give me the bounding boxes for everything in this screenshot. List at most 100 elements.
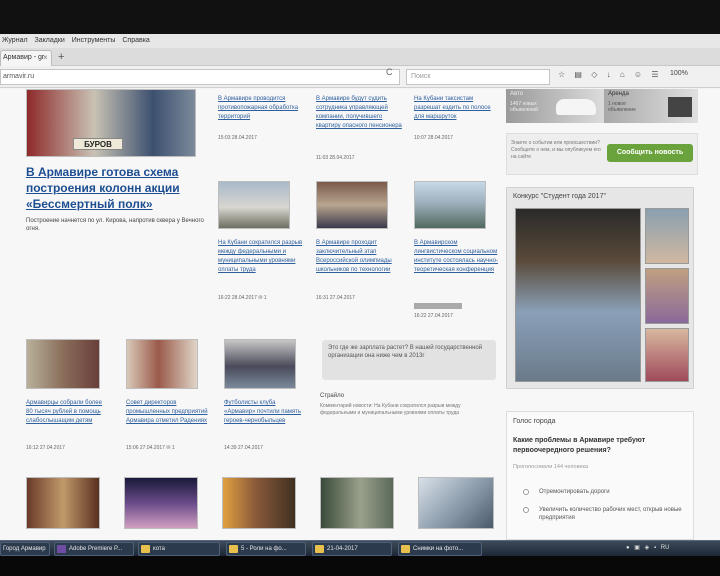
- address-text: armavir.ru: [3, 73, 35, 80]
- news-meta: 16:22 27.04.2017: [414, 313, 453, 319]
- comment-author[interactable]: Страйло: [320, 393, 344, 399]
- menu-bookmarks[interactable]: Закладки: [35, 37, 65, 44]
- poll-option[interactable]: Отремонтировать дороги: [539, 488, 707, 496]
- poll-question: Какие проблемы в Армавире требуют первоо…: [513, 437, 646, 454]
- star-icon[interactable]: ☆: [558, 70, 565, 79]
- folder-icon: [401, 545, 410, 553]
- auto-ad[interactable]: Авто 1467 новых объявлений: [506, 89, 600, 123]
- news-date: 16:22 28.04.2017: [218, 295, 257, 301]
- taskbar-label: Снимки на фото...: [413, 546, 464, 552]
- featured-photo[interactable]: БУРОВ: [26, 89, 196, 157]
- news-link[interactable]: На Кубани сократился разрыв между федера…: [218, 239, 304, 275]
- taskbar-label: кота: [153, 546, 165, 552]
- rent-ad-count: 1 новое объявление: [608, 101, 636, 113]
- news-photo[interactable]: [316, 181, 388, 229]
- news-date: 15:06 27.04.2017: [126, 445, 165, 451]
- taskbar-item[interactable]: 5 - Роли на фо...: [226, 542, 306, 556]
- comment-context[interactable]: Комментарий новости: На Кубани сократилс…: [320, 403, 498, 417]
- reload-icon[interactable]: C: [386, 67, 393, 77]
- news-meta: 15:06 27.04.2017 ✉ 1: [126, 445, 175, 451]
- news-link[interactable]: В Армавирском лингвистическом социальном…: [414, 239, 500, 275]
- tray-language[interactable]: RU: [661, 545, 670, 551]
- news-link[interactable]: Совет директоров промышленных предприяти…: [126, 399, 210, 426]
- tray-app-icon[interactable]: ●: [626, 545, 630, 551]
- news-link[interactable]: В Армавире будут судить сотрудника управ…: [316, 95, 404, 131]
- news-meta: 14:39 27.04.2017: [224, 445, 263, 451]
- name-plate: БУРОВ: [73, 138, 123, 150]
- settings-icon[interactable]: ☰: [651, 70, 658, 79]
- tab-close-icon[interactable]: ×: [43, 51, 48, 65]
- comment-icon: ✉: [166, 445, 171, 451]
- news-link[interactable]: На Кубани таксистам разрешат ездить по п…: [414, 95, 500, 122]
- news-link[interactable]: В Армавире проходит заключительный этап …: [316, 239, 402, 275]
- search-input[interactable]: Поиск: [406, 69, 550, 85]
- poll-radio[interactable]: [523, 507, 529, 513]
- taskbar-item[interactable]: кота: [138, 542, 220, 556]
- taskbar-item[interactable]: Adobe Premiere P...: [54, 542, 134, 556]
- contest-photo[interactable]: [645, 268, 689, 324]
- menu-help[interactable]: Справка: [122, 37, 149, 44]
- browser-tab[interactable]: Армавир - gr ×: [0, 50, 52, 66]
- taskbar-label: Adobe Premiere P...: [69, 546, 123, 552]
- tray-volume-icon[interactable]: ◈: [645, 545, 650, 551]
- news-meta: 15:03 28.04.2017: [218, 135, 257, 141]
- address-bar[interactable]: armavir.ru: [0, 69, 400, 85]
- folder-icon: [229, 545, 238, 553]
- tab-bar: Армавир - gr × +: [0, 48, 720, 66]
- taskbar-label: Город Армавир: [3, 546, 46, 552]
- comment-icon: ✉: [258, 295, 263, 301]
- clapper-icon: [668, 97, 692, 117]
- news-photo[interactable]: [418, 477, 494, 529]
- news-meta: 10:07 28.04.2017: [414, 135, 453, 141]
- taskbar-item[interactable]: Город Армавир: [0, 542, 50, 556]
- monitor-bezel-top: [0, 0, 720, 34]
- news-photo[interactable]: [26, 477, 100, 529]
- news-link[interactable]: Футболисты клуба «Армавир» почтили памят…: [224, 399, 308, 426]
- news-link[interactable]: В Армавире проводится противопожарная об…: [218, 95, 306, 122]
- news-photo[interactable]: [126, 339, 198, 389]
- chat-icon[interactable]: ☺: [634, 70, 642, 79]
- news-link[interactable]: Армавирцы собрали более 80 тысяч рублей …: [26, 399, 110, 426]
- folder-icon: [141, 545, 150, 553]
- menu-tools[interactable]: Инструменты: [72, 37, 116, 44]
- report-news-button[interactable]: Сообщить новость: [607, 144, 693, 162]
- zoom-level[interactable]: 100%: [670, 70, 688, 77]
- download-icon[interactable]: ↓: [607, 70, 611, 79]
- poll-radio[interactable]: [523, 489, 529, 495]
- tray-network-icon[interactable]: ▣: [634, 545, 640, 551]
- news-meta: 16:22 28.04.2017 ✉ 1: [218, 295, 267, 301]
- contest-photo[interactable]: [645, 208, 689, 264]
- pocket-icon[interactable]: ◇: [591, 70, 597, 79]
- browser-screen: Журнал Закладки Инструменты Справка Арма…: [0, 34, 720, 540]
- reading-list-icon[interactable]: ▤: [574, 70, 582, 79]
- news-photo[interactable]: [224, 339, 296, 389]
- taskbar-item[interactable]: 21-04-2017: [312, 542, 392, 556]
- news-photo[interactable]: [222, 477, 296, 529]
- toolbar-icons: ☆ ▤ ◇ ↓ ⌂ ☺ ☰: [558, 70, 665, 79]
- news-photo[interactable]: [414, 181, 486, 229]
- poll-title: Голос города: [513, 418, 556, 425]
- contest-main-photo[interactable]: [515, 208, 641, 382]
- source-badge: [414, 303, 462, 309]
- news-photo[interactable]: [124, 477, 198, 529]
- page-content: БУРОВ В Армавире готова схема построения…: [0, 89, 720, 540]
- menu-history[interactable]: Журнал: [2, 37, 28, 44]
- taskbar-item[interactable]: Снимки на фото...: [398, 542, 482, 556]
- classifieds-strip[interactable]: Авто 1467 новых объявлений Аренда 1 ново…: [506, 89, 698, 123]
- news-meta: 16:31 27.04.2017: [316, 295, 355, 301]
- rent-ad[interactable]: Аренда 1 новое объявление: [604, 89, 698, 123]
- poll-option[interactable]: Увеличить количество рабочих мест, откры…: [539, 506, 689, 522]
- contest-title: Конкурс "Студент года 2017": [513, 193, 606, 200]
- poll-vote-count: Проголосовали 144 человека: [513, 464, 589, 470]
- taskbar-label: 5 - Роли на фо...: [241, 546, 287, 552]
- home-icon[interactable]: ⌂: [620, 70, 625, 79]
- premiere-icon: [57, 545, 66, 553]
- new-tab-button[interactable]: +: [58, 50, 64, 64]
- tray-flag-icon[interactable]: ▪: [654, 545, 656, 551]
- contest-widget[interactable]: Конкурс "Студент года 2017": [506, 187, 694, 389]
- featured-headline[interactable]: В Армавире готова схема построения колон…: [26, 164, 206, 212]
- news-photo[interactable]: [218, 181, 290, 229]
- contest-photo[interactable]: [645, 328, 689, 382]
- news-photo[interactable]: [320, 477, 394, 529]
- news-photo[interactable]: [26, 339, 100, 389]
